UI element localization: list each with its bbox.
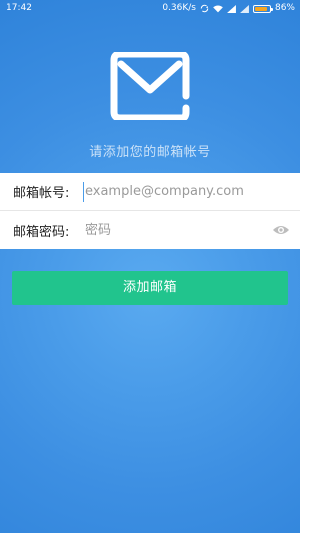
sync-icon bbox=[200, 4, 209, 13]
battery-icon bbox=[252, 4, 273, 13]
signal-icon bbox=[240, 4, 249, 13]
password-field[interactable] bbox=[83, 220, 264, 240]
eye-icon[interactable] bbox=[272, 224, 290, 236]
signal-icon bbox=[227, 4, 236, 13]
status-time: 17:42 bbox=[6, 3, 32, 13]
password-label: 邮箱密码: bbox=[13, 224, 70, 240]
battery-level-fill bbox=[254, 6, 268, 11]
account-label: 邮箱帐号: bbox=[13, 186, 70, 201]
battery-percent: 86% bbox=[274, 3, 295, 13]
login-form: 邮箱帐号: 邮箱密码: bbox=[0, 173, 300, 249]
add-mailbox-button[interactable]: 添加邮箱 bbox=[12, 271, 288, 305]
mail-icon bbox=[110, 52, 190, 120]
network-speed: 0.36K/s bbox=[162, 3, 196, 13]
password-row: 邮箱密码: bbox=[0, 210, 300, 249]
status-indicators: 0.36K/s 86% bbox=[162, 0, 295, 17]
email-field[interactable] bbox=[83, 181, 292, 202]
account-row: 邮箱帐号: bbox=[0, 173, 300, 210]
add-mailbox-screen: 17:42 0.36K/s 86% 请添加您的邮箱帐号 邮箱帐号: exampl… bbox=[0, 0, 300, 533]
status-bar: 17:42 0.36K/s 86% bbox=[0, 0, 300, 17]
wifi-icon bbox=[213, 5, 223, 12]
add-account-prompt: 请添加您的邮箱帐号 bbox=[89, 145, 211, 160]
